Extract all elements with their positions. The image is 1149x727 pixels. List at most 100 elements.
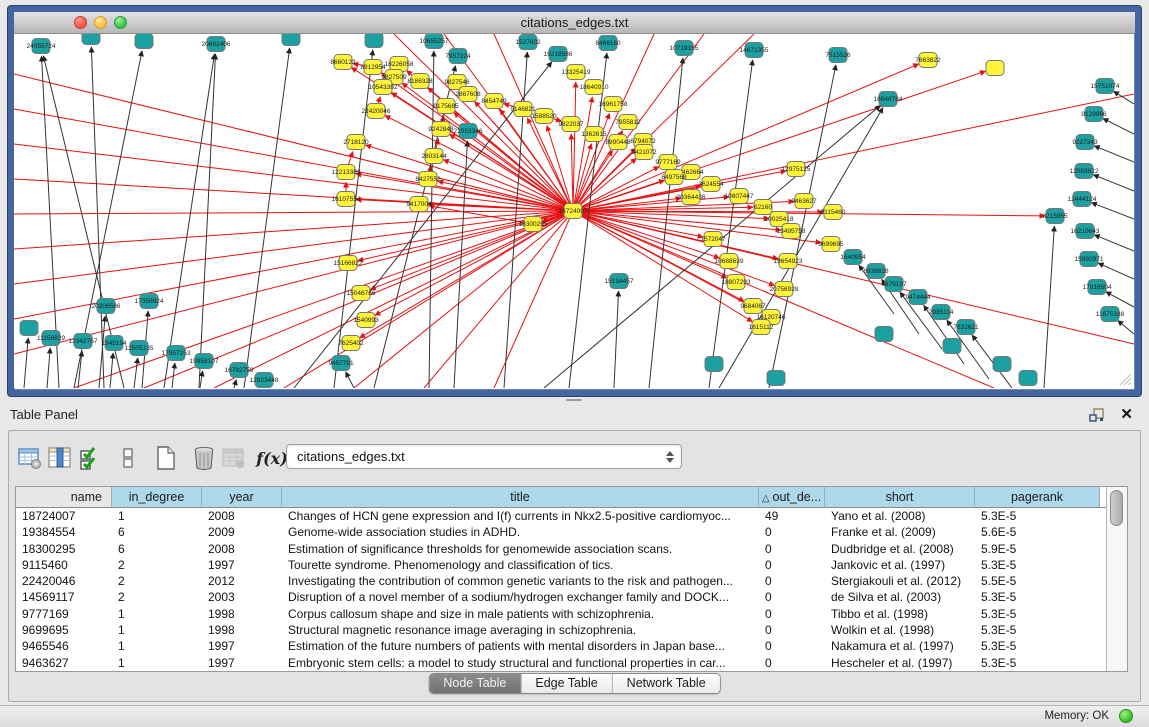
- new-table-icon[interactable]: [151, 443, 181, 473]
- graph-edge[interactable]: [719, 108, 883, 388]
- graph-edge[interactable]: [573, 94, 1134, 211]
- column-header-title[interactable]: title: [282, 487, 759, 507]
- tab-network-table[interactable]: Network Table: [613, 674, 720, 693]
- graph-node-label: 7625402: [338, 340, 364, 347]
- graph-node-label: 20756928: [770, 286, 799, 293]
- table-settings-icon[interactable]: [15, 443, 45, 473]
- float-panel-icon[interactable]: [1089, 407, 1105, 423]
- scrollbar-thumb[interactable]: [1110, 490, 1123, 526]
- graph-edge[interactable]: [1094, 146, 1134, 162]
- table-row[interactable]: 1456911722003Disruption of a novel membe…: [16, 589, 1106, 605]
- delete-table-icon[interactable]: [189, 443, 219, 473]
- window-titlebar[interactable]: citations_edges.txt: [14, 12, 1135, 34]
- graph-edge[interactable]: [614, 291, 619, 388]
- table-panel-title: Table Panel: [10, 407, 78, 422]
- graph-node[interactable]: [767, 371, 785, 386]
- column-header-name[interactable]: name: [16, 487, 112, 507]
- graph-node[interactable]: [943, 339, 961, 354]
- resize-grip-icon[interactable]: [1118, 372, 1132, 386]
- cell: 1: [112, 655, 202, 671]
- graph-node[interactable]: [135, 34, 153, 49]
- graph-edge[interactable]: [1118, 320, 1134, 334]
- table-row[interactable]: 1872400712008Changes of HCN gene express…: [16, 508, 1106, 524]
- graph-edge[interactable]: [1106, 292, 1134, 307]
- cell: 6: [112, 541, 202, 557]
- graph-edge[interactable]: [234, 380, 236, 388]
- graph-node-label: 8912954: [360, 64, 386, 71]
- table-selector-dropdown[interactable]: citations_edges.txt: [286, 444, 682, 469]
- function-builder-icon[interactable]: f(x): [257, 443, 287, 473]
- column-header-pagerank[interactable]: pagerank: [975, 487, 1100, 507]
- table-scrollbar[interactable]: [1106, 487, 1127, 671]
- column-header-in_degree[interactable]: in_degree: [112, 487, 202, 507]
- graph-edge[interactable]: [24, 338, 28, 388]
- graph-edge[interactable]: [573, 34, 754, 211]
- graph-edge[interactable]: [573, 211, 775, 286]
- graph-edge[interactable]: [573, 34, 654, 211]
- graph-edge[interactable]: [14, 109, 573, 211]
- graph-edge[interactable]: [134, 358, 138, 388]
- cell: Genome-wide association studies in ADHD.: [282, 524, 759, 540]
- cell: 2: [112, 557, 202, 573]
- graph-edge[interactable]: [1091, 203, 1134, 219]
- graph-node[interactable]: [282, 34, 300, 46]
- graph-edge[interactable]: [200, 371, 203, 388]
- graph-edge[interactable]: [571, 134, 573, 211]
- graph-edge[interactable]: [1094, 235, 1134, 251]
- graph-node[interactable]: [705, 357, 723, 372]
- graph-node[interactable]: [20, 321, 38, 336]
- graph-edge[interactable]: [573, 82, 576, 211]
- graph-node-label: 16782759: [225, 367, 254, 374]
- table-row[interactable]: 1830029562008Estimation of significance …: [16, 541, 1106, 557]
- graph-edge[interactable]: [429, 51, 434, 388]
- graph-node[interactable]: [875, 327, 893, 342]
- table-row[interactable]: 2242004622012Investigating the contribut…: [16, 573, 1106, 589]
- graph-edge[interactable]: [110, 353, 113, 388]
- column-header-out_de[interactable]: △out_de...: [759, 487, 825, 507]
- graph-edge[interactable]: [1098, 263, 1134, 279]
- cell: 1997: [202, 557, 282, 573]
- graph-node-label: 7663822: [915, 57, 941, 64]
- graph-edge[interactable]: [1103, 118, 1134, 134]
- tab-node-table[interactable]: Node Table: [429, 674, 521, 693]
- graph-edge[interactable]: [346, 372, 354, 388]
- graph-node[interactable]: [82, 34, 100, 45]
- close-panel-icon[interactable]: ✕: [1120, 405, 1133, 423]
- graph-edge[interactable]: [91, 47, 104, 388]
- graph-node-label: 10688639: [715, 258, 744, 265]
- graph-edge[interactable]: [573, 211, 1134, 344]
- table-row[interactable]: 946554611997Estimation of the future num…: [16, 638, 1106, 654]
- column-header-year[interactable]: year: [202, 487, 282, 507]
- network-view[interactable]: 2405572420691406106552571527602846616010…: [14, 34, 1134, 388]
- graph-edge[interactable]: [1044, 226, 1054, 388]
- graph-node-label: 1588520: [531, 113, 557, 120]
- graph-edge[interactable]: [1093, 175, 1134, 191]
- select-all-icon[interactable]: [75, 443, 105, 473]
- graph-edge[interactable]: [47, 348, 50, 388]
- table-row[interactable]: 977716911998Corpus callosum shape and si…: [16, 606, 1106, 622]
- show-column-icon[interactable]: [45, 443, 75, 473]
- table-row[interactable]: 911546021997Tourette syndrome. Phenomeno…: [16, 557, 1106, 573]
- graph-node-label: 6497568: [661, 174, 687, 181]
- graph-edge[interactable]: [354, 211, 573, 388]
- table-row[interactable]: 946362711997Embryonic stem cells: a mode…: [16, 655, 1106, 671]
- graph-edge[interactable]: [284, 211, 573, 388]
- graph-edge[interactable]: [14, 179, 573, 211]
- network-canvas[interactable]: 2405572420691406106552571527602846616010…: [14, 34, 1134, 388]
- cell: 0: [759, 524, 825, 540]
- graph-edge[interactable]: [649, 58, 683, 388]
- graph-node[interactable]: [1019, 371, 1037, 386]
- graph-node-label: 18300295: [519, 221, 548, 228]
- import-table-disabled-icon[interactable]: [219, 443, 249, 473]
- graph-node[interactable]: [365, 34, 383, 48]
- graph-edge[interactable]: [214, 211, 573, 388]
- column-header-short[interactable]: short: [825, 487, 975, 507]
- table-row[interactable]: 969969511998Structural magnetic resonanc…: [16, 622, 1106, 638]
- graph-node-label: 12444124: [1068, 196, 1097, 203]
- row-height-icon[interactable]: [113, 443, 143, 473]
- graph-node[interactable]: [986, 61, 1004, 76]
- table-row[interactable]: 1938455462009Genome-wide association stu…: [16, 524, 1106, 540]
- tab-edge-table[interactable]: Edge Table: [521, 674, 612, 693]
- graph-node[interactable]: [993, 357, 1011, 372]
- status-bar: Memory: OK: [0, 705, 1149, 727]
